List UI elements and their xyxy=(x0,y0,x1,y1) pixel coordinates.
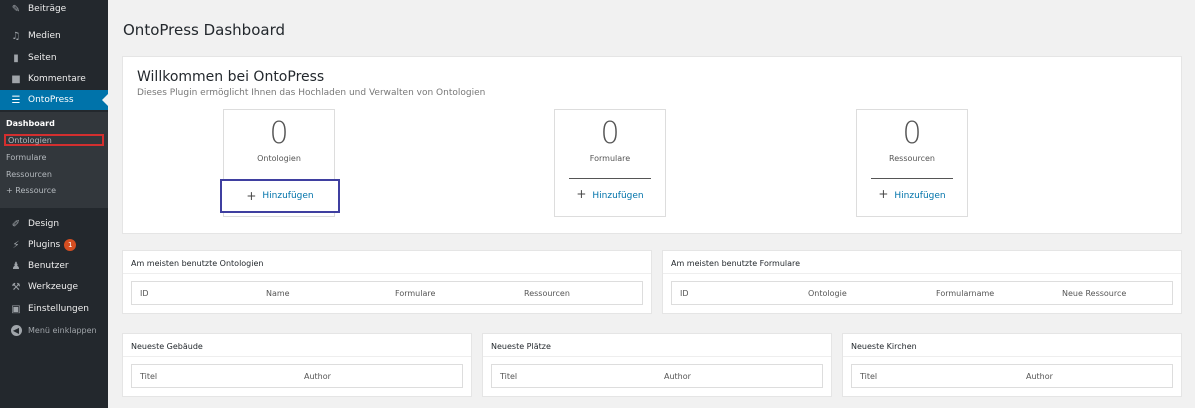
column-header: Titel xyxy=(500,372,518,381)
divider xyxy=(871,178,953,179)
comment-icon: ■ xyxy=(11,73,21,85)
menu-item-settings[interactable]: ▣ Einstellungen xyxy=(0,299,108,319)
pin-icon: ✎ xyxy=(11,3,21,15)
stat-box-formulare: 0 Formulare + Hinzufügen xyxy=(554,109,666,217)
menu-item-comments[interactable]: ■ Kommentare xyxy=(0,69,108,89)
collapse-menu-button[interactable]: ◀ Menü einklappen xyxy=(0,320,108,340)
column-header: Titel xyxy=(860,372,878,381)
submenu-formulare[interactable]: Formulare xyxy=(4,152,104,164)
collapse-icon: ◀ xyxy=(10,324,22,336)
column-header: Name xyxy=(266,289,290,298)
menu-item-pages[interactable]: ▮ Seiten xyxy=(0,48,108,68)
add-ontology-button[interactable]: + Hinzufügen xyxy=(220,179,340,213)
panel-most-used-ontologies: Am meisten benutzte Ontologien ID Name F… xyxy=(122,250,652,314)
divider xyxy=(663,273,1181,274)
stat-label: Ontologien xyxy=(257,154,301,163)
divider xyxy=(123,273,651,274)
column-header: Neue Ressource xyxy=(1062,289,1127,298)
menu-item-plugins[interactable]: ⚡ Plugins 1 xyxy=(0,235,108,255)
column-header: Formulare xyxy=(395,289,436,298)
divider xyxy=(483,356,831,357)
table-header: Titel Author xyxy=(851,364,1173,388)
add-resource-button[interactable]: + Hinzufügen xyxy=(857,186,967,202)
stat-label: Ressourcen xyxy=(889,154,935,163)
panel-newest-buildings: Neueste Gebäude Titel Author xyxy=(122,333,472,397)
wrench-icon: ⚒ xyxy=(11,281,21,293)
panel-title: Neueste Kirchen xyxy=(851,342,917,351)
list-icon: ☰ xyxy=(11,94,21,106)
panel-newest-churches: Neueste Kirchen Titel Author xyxy=(842,333,1182,397)
plus-icon: + xyxy=(576,187,587,201)
user-icon: ♟ xyxy=(11,260,21,272)
pages-icon: ▮ xyxy=(13,52,19,64)
stat-box-ressourcen: 0 Ressourcen + Hinzufügen xyxy=(856,109,968,217)
panel-title: Am meisten benutzte Ontologien xyxy=(131,259,264,268)
divider xyxy=(123,356,471,357)
active-arrow xyxy=(102,94,108,106)
stat-count: 0 xyxy=(600,116,620,151)
panel-title: Neueste Plätze xyxy=(491,342,551,351)
divider xyxy=(843,356,1181,357)
plugin-icon: ⚡ xyxy=(12,239,20,251)
table-header: ID Ontologie Formularname Neue Ressource xyxy=(671,281,1173,305)
welcome-description: Dieses Plugin ermöglicht Ihnen das Hochl… xyxy=(137,88,486,98)
panel-title: Am meisten benutzte Formulare xyxy=(671,259,801,268)
table-header: ID Name Formulare Ressourcen xyxy=(131,281,643,305)
table-header: Titel Author xyxy=(131,364,463,388)
submenu-ressourcen[interactable]: Ressourcen xyxy=(4,169,104,181)
media-icon: ♫ xyxy=(11,30,21,42)
submenu-add-ressource[interactable]: + Ressource xyxy=(4,185,104,197)
stat-label: Formulare xyxy=(589,154,631,163)
menu-item-posts[interactable]: ✎ Beiträge xyxy=(0,2,108,16)
plus-icon: + xyxy=(878,187,889,201)
column-header: Formularname xyxy=(936,289,995,298)
submenu-dashboard[interactable]: Dashboard xyxy=(4,118,104,130)
submenu-ontologien[interactable]: Ontologien xyxy=(4,134,104,146)
ontopress-submenu: Dashboard Ontologien Formulare Ressource… xyxy=(0,112,108,208)
admin-sidebar: ✎ Beiträge ♫ Medien ▮ Seiten ■ Kommentar… xyxy=(0,0,108,408)
column-header: Author xyxy=(304,372,331,381)
update-badge: 1 xyxy=(64,239,77,251)
plus-icon: + xyxy=(246,189,257,203)
divider xyxy=(569,178,651,179)
brush-icon: ✐ xyxy=(11,218,21,230)
menu-item-tools[interactable]: ⚒ Werkzeuge xyxy=(0,277,108,297)
column-header: ID xyxy=(140,289,149,298)
column-header: Author xyxy=(664,372,691,381)
panel-title: Neueste Gebäude xyxy=(131,342,203,351)
panel-newest-places: Neueste Plätze Titel Author xyxy=(482,333,832,397)
menu-item-design[interactable]: ✐ Design xyxy=(0,214,108,234)
settings-icon: ▣ xyxy=(11,303,21,315)
column-header: ID xyxy=(680,289,689,298)
page-title: OntoPress Dashboard xyxy=(123,21,285,39)
menu-item-ontopress[interactable]: ☰ OntoPress xyxy=(0,90,108,110)
column-header: Titel xyxy=(140,372,158,381)
add-form-button[interactable]: + Hinzufügen xyxy=(555,186,665,202)
stat-count: 0 xyxy=(902,116,922,151)
stat-count: 0 xyxy=(269,116,289,151)
welcome-title: Willkommen bei OntoPress xyxy=(137,69,325,85)
column-header: Author xyxy=(1026,372,1053,381)
column-header: Ontologie xyxy=(808,289,847,298)
menu-item-media[interactable]: ♫ Medien xyxy=(0,26,108,46)
table-header: Titel Author xyxy=(491,364,823,388)
menu-item-users[interactable]: ♟ Benutzer xyxy=(0,256,108,276)
column-header: Ressourcen xyxy=(524,289,570,298)
panel-most-used-forms: Am meisten benutzte Formulare ID Ontolog… xyxy=(662,250,1182,314)
